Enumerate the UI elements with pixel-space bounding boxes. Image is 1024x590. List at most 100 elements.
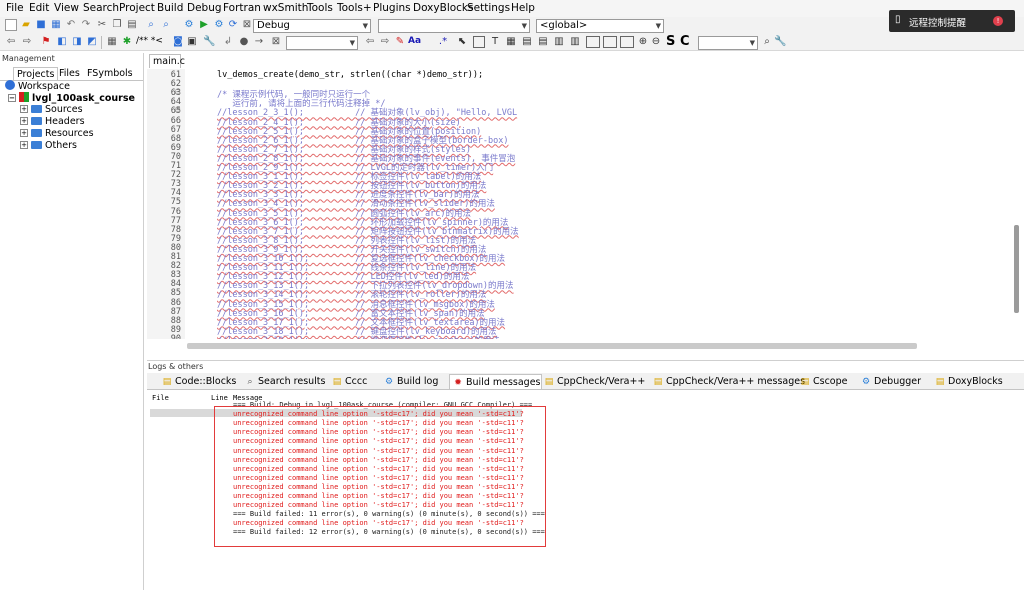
prev-bookmark-icon[interactable]: ◧	[56, 36, 68, 48]
tree-folder-sources[interactable]: + Sources	[20, 104, 83, 116]
tree-folder-headers[interactable]: + Headers	[20, 116, 85, 128]
rect-icon[interactable]	[620, 36, 634, 48]
comment-block-button[interactable]: /** *<	[136, 36, 163, 46]
abort-build-icon[interactable]: ⊠	[241, 19, 253, 31]
save-all-icon[interactable]: ▦	[50, 19, 62, 31]
layout-icon[interactable]: ▥	[553, 36, 565, 48]
tab-search-results[interactable]: ⌕ Search results	[242, 374, 325, 389]
select-cursor-icon[interactable]: ⬉	[456, 36, 468, 48]
zoom-in-icon[interactable]: ⊕	[637, 36, 649, 48]
text-icon[interactable]: T	[489, 36, 501, 48]
regex-icon[interactable]: .*	[437, 36, 449, 48]
highlight-pen-icon[interactable]: ✎	[394, 36, 406, 48]
symbol-c-button[interactable]: C	[680, 34, 690, 49]
search-settings-icon[interactable]: 🔧	[774, 36, 786, 48]
step-over-icon[interactable]: →	[253, 36, 265, 48]
run-icon[interactable]: ▶	[198, 19, 210, 31]
paste-icon[interactable]: ▤	[126, 19, 138, 31]
debug-windows-combo[interactable]: ▼	[286, 36, 358, 50]
menu-wxsmith[interactable]: wxSmith	[263, 2, 308, 14]
tree-folder-resources[interactable]: + Resources	[20, 128, 94, 140]
fold-marker-icon[interactable]: ⊟	[175, 106, 181, 114]
cut-icon[interactable]: ✂	[96, 19, 108, 31]
tab-cppcheck-messages[interactable]: ▤ CppCheck/Vera++ messages	[650, 374, 805, 389]
tab-debugger[interactable]: ⚙ Debugger	[858, 374, 921, 389]
rect-icon[interactable]	[603, 36, 617, 48]
expand-icon[interactable]: +	[20, 117, 28, 125]
build-and-run-icon[interactable]: ⚙	[213, 19, 225, 31]
zoom-out-icon[interactable]: ⊖	[650, 36, 662, 48]
column-header-file[interactable]: File	[152, 394, 169, 402]
menu-search[interactable]: Search	[83, 2, 119, 14]
grid-icon[interactable]: ▦	[505, 36, 517, 48]
table-icon[interactable]: ▤	[521, 36, 533, 48]
build-gear-icon[interactable]: ⚙	[183, 19, 195, 31]
expand-icon[interactable]: +	[20, 141, 28, 149]
save-icon[interactable]: ■	[35, 19, 47, 31]
menu-help[interactable]: Help	[511, 2, 535, 14]
menu-build[interactable]: Build	[157, 2, 183, 14]
tab-cscope[interactable]: ▤ Cscope	[797, 374, 848, 389]
rebuild-icon[interactable]: ⟳	[227, 19, 239, 31]
symbol-s-button[interactable]: S	[666, 34, 675, 49]
tab-projects[interactable]: Projects	[13, 67, 59, 80]
jump-back-icon[interactable]: ⇦	[364, 36, 376, 48]
breakpoint-icon[interactable]: ●	[238, 36, 250, 48]
menu-plugins[interactable]: Plugins	[373, 2, 411, 14]
tree-folder-others[interactable]: + Others	[20, 140, 77, 152]
menu-view[interactable]: View	[54, 2, 79, 14]
tab-fsymbols[interactable]: FSymbols	[84, 67, 136, 80]
match-case-button[interactable]: Aa	[408, 36, 421, 46]
back-arrow-icon[interactable]: ⇦	[5, 36, 17, 48]
doxy-config-icon[interactable]: ▦	[106, 36, 118, 48]
open-folder-icon[interactable]: ▰	[20, 19, 32, 31]
editor-tab-main-c[interactable]: main.c	[149, 54, 185, 68]
column-header-line[interactable]: Line	[211, 394, 228, 402]
bookmark-icon[interactable]: ⚑	[40, 36, 52, 48]
symbol-search-combo[interactable]: ▼	[698, 36, 758, 50]
tab-build-messages[interactable]: ✹ Build messages	[449, 374, 542, 389]
stop-debug-icon[interactable]: ⊠	[270, 36, 282, 48]
doxy-extract-icon[interactable]: ✱	[121, 36, 133, 48]
find-icon[interactable]: ⌕	[145, 19, 157, 31]
tab-cppcheck[interactable]: ▤ CppCheck/Vera++	[541, 374, 646, 389]
collapse-icon[interactable]: −	[8, 94, 16, 102]
tab-codeblocks[interactable]: ▤ Code::Blocks	[159, 374, 237, 389]
menu-tools-plus[interactable]: Tools+	[337, 2, 372, 14]
debug-step-icon[interactable]: ↲	[222, 36, 234, 48]
build-target-select[interactable]: Debug ▼	[253, 19, 371, 33]
remote-control-notification[interactable]: ▯ 远程控制提醒 !	[889, 10, 1015, 32]
search-icon[interactable]: ⌕	[761, 36, 773, 48]
expand-icon[interactable]: +	[20, 129, 28, 137]
tab-cccc[interactable]: ▤ Cccc	[329, 374, 368, 389]
expand-icon[interactable]: +	[20, 105, 28, 113]
box-icon[interactable]	[473, 36, 485, 48]
next-bookmark-icon[interactable]: ◨	[71, 36, 83, 48]
fold-marker-icon[interactable]: ⊟	[175, 88, 181, 96]
menu-tools[interactable]: Tools	[307, 2, 333, 14]
scope-select[interactable]: <global> ▼	[536, 19, 664, 33]
menu-settings[interactable]: Settings	[467, 2, 510, 14]
menu-file[interactable]: File	[6, 2, 24, 14]
align-icon[interactable]: ▤	[537, 36, 549, 48]
jump-forward-icon[interactable]: ⇨	[379, 36, 391, 48]
rect-icon[interactable]	[586, 36, 600, 48]
wrench-icon[interactable]: 🔧	[203, 36, 215, 48]
undo-icon[interactable]: ↶	[65, 19, 77, 31]
code-completion-combo[interactable]: ▼	[378, 19, 530, 33]
horizontal-scrollbar[interactable]	[187, 343, 917, 349]
new-file-icon[interactable]	[5, 19, 17, 31]
chm-icon[interactable]: ▣	[186, 36, 198, 48]
menu-doxyblocks[interactable]: DoxyBlocks	[413, 2, 473, 14]
redo-icon[interactable]: ↷	[80, 19, 92, 31]
doxy-html-icon[interactable]: ◙	[172, 36, 184, 48]
vertical-scrollbar[interactable]	[1014, 225, 1019, 313]
clear-bookmarks-icon[interactable]: ◩	[86, 36, 98, 48]
tree-project[interactable]: − lvgl_100ask_course	[8, 92, 135, 104]
columns-icon[interactable]: ▥	[569, 36, 581, 48]
menu-debug[interactable]: Debug	[187, 2, 222, 14]
code-area[interactable]: lv_demos_create(demo_str, strlen((char *…	[187, 69, 1014, 339]
menu-project[interactable]: Project	[119, 2, 155, 14]
menu-edit[interactable]: Edit	[29, 2, 49, 14]
tab-doxyblocks[interactable]: ▤ DoxyBlocks	[932, 374, 1003, 389]
